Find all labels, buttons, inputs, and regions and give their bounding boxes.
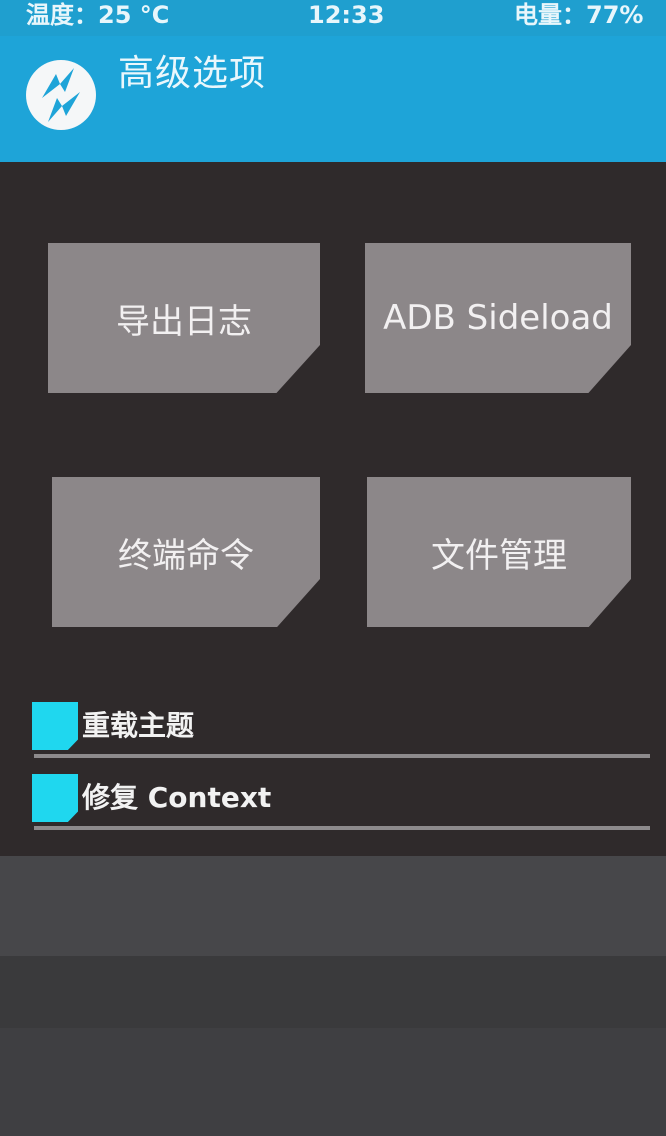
terminal-command-button[interactable]: 终端命令: [52, 477, 320, 627]
twrp-logo-icon: [26, 60, 96, 130]
page-title: 高级选项: [118, 53, 267, 94]
fix-context-label: 修复 Context: [82, 781, 272, 814]
file-manager-button[interactable]: 文件管理: [367, 477, 631, 627]
divider: [34, 826, 650, 830]
reload-theme-checkbox[interactable]: [32, 702, 78, 750]
background-band: [0, 956, 666, 1028]
fix-context-option[interactable]: 修复 Context: [18, 768, 650, 836]
adb-sideload-button[interactable]: ADB Sideload: [365, 243, 631, 393]
background-band: [0, 856, 666, 956]
reload-theme-option[interactable]: 重载主题: [18, 696, 650, 764]
fix-context-checkbox[interactable]: [32, 774, 78, 822]
divider: [34, 754, 650, 758]
reload-theme-label: 重载主题: [82, 709, 195, 742]
export-log-button[interactable]: 导出日志: [48, 243, 320, 393]
recovery-screen: 温度：25 °C 12:33 电量：77% 高级选项 导出日志 ADB Side…: [0, 0, 666, 856]
status-battery: 电量：77%: [514, 1, 644, 29]
header-bar: 高级选项: [0, 36, 666, 162]
status-temperature: 温度：25 °C: [26, 1, 170, 29]
status-time: 12:33: [308, 1, 385, 29]
status-bar: 温度：25 °C 12:33 电量：77%: [0, 0, 666, 36]
background-band: [0, 1028, 666, 1136]
